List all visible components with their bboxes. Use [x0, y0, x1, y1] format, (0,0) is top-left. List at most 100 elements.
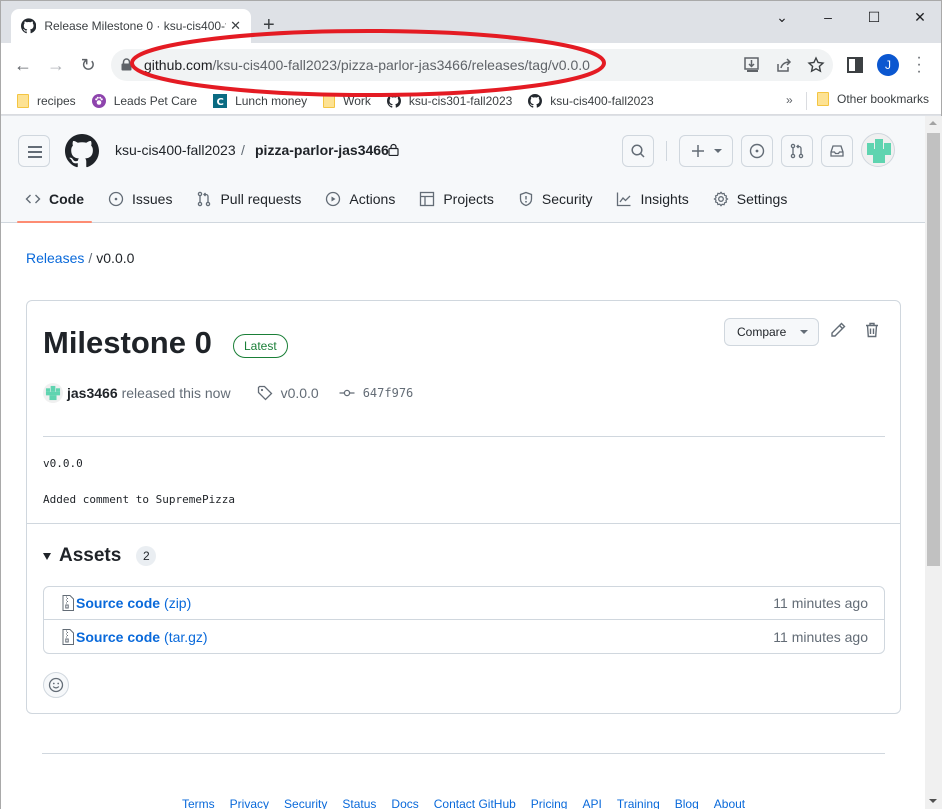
bookmark-ksu-cis301[interactable]: ksu-cis301-fall2023 — [386, 93, 512, 108]
footer-link-blog[interactable]: Blog — [675, 797, 699, 809]
releases-link[interactable]: Releases — [26, 250, 84, 266]
scroll-up-arrow-icon[interactable] — [929, 121, 937, 125]
maximize-icon[interactable]: ☐ — [851, 7, 897, 27]
tab-strip: Release Milestone 0 · ksu-cis400-fall202… — [1, 1, 941, 43]
global-menu-button[interactable] — [18, 135, 50, 167]
back-icon[interactable]: ← — [13, 55, 33, 75]
asset-timestamp: 11 minutes ago — [773, 595, 868, 611]
caret-down-icon — [800, 330, 809, 334]
install-app-icon[interactable] — [743, 56, 761, 74]
footer-link-docs[interactable]: Docs — [391, 797, 418, 809]
release-divider — [43, 436, 885, 437]
window-controls: ⌄ – ☐ ✕ — [759, 7, 942, 27]
bookmark-ksu-cis400[interactable]: ksu-cis400-fall2023 — [528, 93, 654, 108]
url-text[interactable]: github.com/ksu-cis400-fall2023/pizza-par… — [144, 57, 590, 73]
tab-label: Projects — [443, 191, 494, 207]
scroll-down-arrow-icon[interactable] — [929, 799, 937, 803]
tab-settings[interactable]: Settings — [705, 181, 796, 217]
user-avatar[interactable] — [861, 133, 895, 167]
search-button[interactable] — [622, 135, 654, 167]
footer-link-api[interactable]: API — [582, 797, 601, 809]
other-bookmarks[interactable]: Other bookmarks — [817, 92, 929, 106]
author-link[interactable]: jas3466 — [67, 385, 118, 401]
profile-avatar[interactable]: J — [877, 54, 899, 76]
footer-link-terms[interactable]: Terms — [182, 797, 215, 809]
add-reaction-button[interactable] — [43, 672, 69, 698]
file-zip-icon — [62, 628, 74, 645]
gear-icon — [713, 191, 729, 207]
release-title: Milestone 0 — [43, 325, 212, 360]
footer-link-status[interactable]: Status — [342, 797, 376, 809]
issue-icon — [108, 191, 124, 207]
github-icon — [386, 93, 401, 108]
scrollbar-thumb[interactable] — [927, 133, 940, 566]
tab-issues[interactable]: Issues — [100, 181, 180, 217]
paw-icon — [91, 93, 106, 108]
forward-icon[interactable]: → — [46, 55, 66, 75]
create-new-button[interactable] — [679, 135, 733, 167]
footer-link-contact[interactable]: Contact GitHub — [434, 797, 516, 809]
tab-pull-requests[interactable]: Pull requests — [188, 181, 309, 217]
footer-link-pricing[interactable]: Pricing — [531, 797, 568, 809]
assets-toggle[interactable]: Assets 2 — [43, 545, 157, 567]
bookmark-label: Leads Pet Care — [113, 93, 198, 108]
tab-actions[interactable]: Actions — [317, 181, 403, 217]
footer-link-training[interactable]: Training — [617, 797, 660, 809]
asset-download-link[interactable]: Source code (zip) — [76, 595, 191, 611]
bookmark-leads-pet-care[interactable]: Leads Pet Care — [91, 93, 198, 108]
bookmark-lunch-money[interactable]: C Lunch money — [213, 93, 307, 108]
asset-name: Source code — [76, 628, 161, 645]
footer-link-security[interactable]: Security — [284, 797, 327, 809]
page-scrollbar[interactable] — [925, 116, 942, 809]
trash-icon[interactable] — [863, 321, 881, 339]
compare-button[interactable]: Compare — [724, 318, 819, 346]
triangle-down-icon — [43, 552, 51, 560]
repo-owner-link[interactable]: ksu-cis400-fall2023 — [115, 142, 236, 158]
release-meta: jas3466 released this now v0.0.0 647f976 — [43, 383, 413, 403]
tab-code[interactable]: Code — [17, 181, 92, 223]
tab-search-icon[interactable]: ⌄ — [759, 7, 805, 27]
tab-close-icon[interactable]: ✕ — [230, 18, 241, 34]
commit-link[interactable]: 647f976 — [339, 385, 413, 401]
file-zip-icon — [62, 595, 74, 611]
inbox-button[interactable] — [821, 135, 853, 167]
search-icon — [631, 144, 645, 158]
github-logo-icon[interactable] — [65, 134, 99, 168]
pull-requests-button[interactable] — [781, 135, 813, 167]
tab-insights[interactable]: Insights — [608, 181, 696, 217]
assets-count-badge: 2 — [136, 546, 157, 566]
tab-projects[interactable]: Projects — [411, 181, 502, 217]
reload-icon[interactable]: ↻ — [78, 55, 98, 75]
github-icon — [528, 93, 543, 108]
asset-ext: (tar.gz) — [164, 628, 208, 645]
release-tag-link[interactable]: v0.0.0 — [257, 385, 319, 401]
browser-toolbar: ← → ↻ github.com/ksu-cis400-fall2023/piz… — [1, 43, 941, 87]
asset-timestamp: 11 minutes ago — [773, 628, 868, 645]
repo-name-link[interactable]: pizza-parlor-jas3466 — [255, 142, 389, 158]
assets-divider — [27, 523, 900, 524]
browser-menu-icon[interactable]: · · · — [913, 50, 925, 80]
asset-download-link[interactable]: Source code (tar.gz) — [76, 629, 208, 645]
bookmarks-overflow-button[interactable]: » — [786, 93, 793, 107]
release-note-line: Added comment to SupremePizza — [43, 493, 236, 506]
author-avatar[interactable] — [43, 383, 63, 403]
tab-security[interactable]: Security — [510, 181, 601, 217]
release-breadcrumb: Releases / v0.0.0 — [26, 250, 134, 266]
bookmark-recipes[interactable]: recipes — [17, 93, 76, 108]
close-window-icon[interactable]: ✕ — [897, 7, 942, 27]
side-panel-icon[interactable] — [847, 57, 863, 73]
address-bar[interactable]: github.com/ksu-cis400-fall2023/pizza-par… — [111, 49, 833, 81]
assets-heading: Assets — [59, 545, 122, 566]
bookmark-label: ksu-cis400-fall2023 — [550, 93, 654, 108]
share-icon[interactable] — [775, 56, 793, 74]
browser-tab[interactable]: Release Milestone 0 · ksu-cis400-fall202… — [11, 9, 251, 43]
new-tab-button[interactable]: + — [263, 15, 275, 35]
inbox-icon — [830, 145, 844, 157]
footer-link-about[interactable]: About — [714, 797, 745, 809]
edit-pencil-icon[interactable] — [829, 321, 847, 339]
minimize-icon[interactable]: – — [805, 7, 851, 27]
bookmark-work[interactable]: Work — [323, 93, 371, 108]
bookmark-star-icon[interactable] — [807, 56, 825, 74]
issues-button[interactable] — [741, 135, 773, 167]
footer-link-privacy[interactable]: Privacy — [230, 797, 269, 809]
